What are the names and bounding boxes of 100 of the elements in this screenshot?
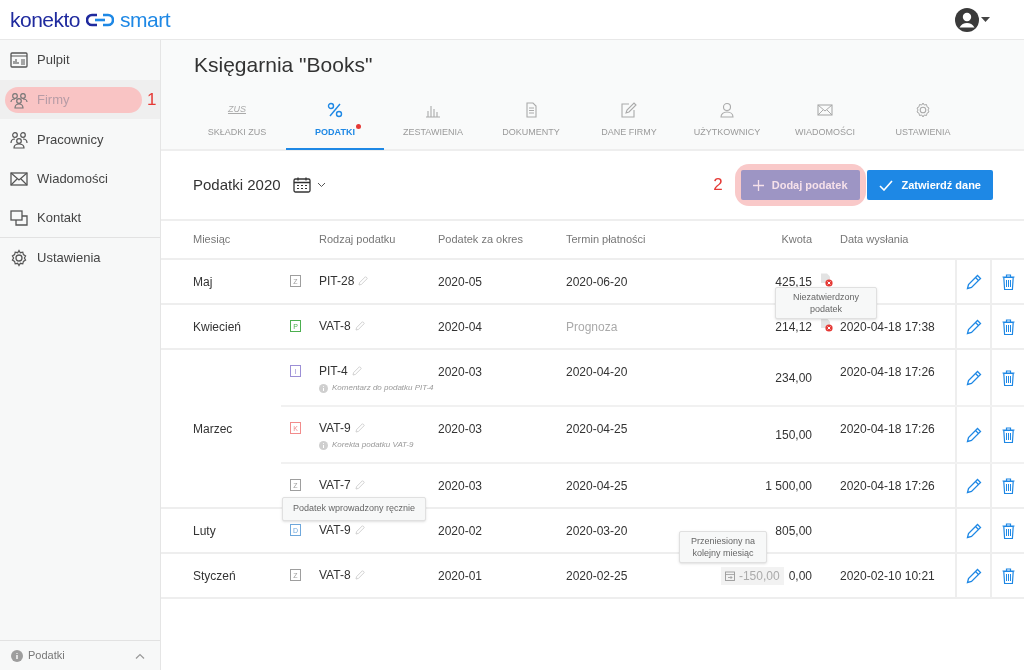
due-date-cell: Prognoza [566, 320, 618, 334]
delete-button[interactable] [1001, 477, 1015, 494]
sidebar-item[interactable]: Pulpit [5, 46, 70, 73]
sidebar-item[interactable]: Wiadomości [5, 165, 108, 192]
sidebar-item[interactable]: Pracownicy [5, 126, 104, 153]
confirm-button[interactable]: Zatwierdź dane [866, 170, 993, 200]
sidebar-item[interactable]: Firmy [5, 86, 142, 113]
tax-comment: Korekta podatku VAT-9 [332, 439, 414, 451]
trash-icon [1001, 567, 1015, 584]
pencil-icon [351, 366, 362, 376]
month-cell-text: Maj [193, 273, 213, 291]
pencil-icon [358, 276, 369, 286]
sent-date-cell: 2020-04-18 17:26 [840, 479, 935, 493]
sidebar-item-icon [10, 50, 28, 69]
delete-button[interactable] [1001, 273, 1015, 290]
tab[interactable]: UŻYTKOWNICY [678, 100, 776, 150]
plus-icon [752, 179, 764, 191]
column-header: Termin płatności [566, 233, 646, 246]
edit-button[interactable] [965, 318, 982, 335]
pencil-icon [354, 570, 365, 580]
edit-icon [621, 102, 637, 118]
tax-type-cell-text: PIT-4 [319, 363, 348, 380]
trash-icon [1001, 369, 1015, 386]
user-icon [719, 102, 735, 118]
amount-cell-text: 0,00 [788, 567, 812, 585]
period-cell: 2020-01 [438, 569, 483, 583]
tax-comment: Komentarz do podatku PIT-4 [332, 382, 434, 394]
account-menu[interactable] [955, 7, 990, 32]
tab[interactable]: DANE FIRMY [580, 100, 678, 150]
tax-type-cell-text: VAT-8 [319, 567, 351, 584]
calendar-icon [292, 177, 311, 193]
carried-amount: -150,00 [720, 566, 784, 585]
tab[interactable]: ZUS SKŁADKI ZUS [188, 100, 286, 150]
column-header: Podatek za okres [438, 233, 523, 246]
tooltip: Przeniesiony na kolejny miesiąc [678, 530, 767, 563]
chevron-down-icon [316, 182, 326, 188]
pencil-icon [965, 369, 982, 386]
sidebar-item-icon [10, 208, 28, 227]
edit-button[interactable] [965, 522, 982, 539]
edit-button[interactable] [965, 426, 982, 443]
logo-text: konekto [10, 6, 81, 33]
caret-icon [981, 17, 990, 22]
delete-button[interactable] [1001, 426, 1015, 443]
trash-icon [1001, 426, 1015, 443]
check-icon [878, 179, 893, 191]
trash-icon [1001, 318, 1015, 335]
envelope-icon [817, 102, 833, 118]
amount-cell-text: 214,12 [775, 318, 812, 336]
calendar-arrow-icon [724, 570, 735, 581]
info-icon [11, 649, 23, 662]
period-cell: 2020-03 [438, 422, 483, 436]
delete-button[interactable] [1001, 369, 1015, 386]
due-date-cell: 2020-02-25 [566, 569, 628, 583]
trash-icon [1001, 273, 1015, 290]
section-title: Podatki 2020 [193, 174, 281, 195]
sidebar-item-icon [10, 90, 28, 109]
column-header: Kwota [781, 233, 812, 246]
month-cell-text: Marzec [193, 420, 233, 438]
zus-icon: ZUS [228, 103, 246, 117]
pencil-icon [965, 477, 982, 494]
edit-button[interactable] [965, 567, 982, 584]
trash-icon [1001, 477, 1015, 494]
tab[interactable]: PODATKI [286, 100, 384, 150]
tab[interactable]: WIADOMOŚCI [776, 100, 874, 150]
period-cell: 2020-03 [438, 479, 483, 493]
sidebar-item[interactable]: Kontakt [5, 204, 82, 231]
tab[interactable]: ZESTAWIENIA [384, 100, 482, 150]
delete-button[interactable] [1001, 567, 1015, 584]
edit-button[interactable] [965, 477, 982, 494]
sent-date-cell: 2020-04-18 17:26 [840, 422, 935, 436]
edit-button[interactable] [965, 369, 982, 386]
pencil-icon [965, 318, 982, 335]
percent-icon [327, 102, 343, 118]
pencil-icon [354, 525, 365, 535]
pencil-icon [965, 522, 982, 539]
tab[interactable]: DOKUMENTY [482, 100, 580, 150]
period-cell: 2020-03 [438, 365, 483, 379]
column-header: Data wysłania [840, 233, 909, 246]
info-icon [319, 383, 328, 393]
month-cell-text: Styczeń [193, 567, 236, 585]
tooltip: Niezatwierdzony podatek [775, 287, 877, 319]
annotation-number: 2 [713, 174, 723, 197]
tab[interactable]: USTAWIENIA [874, 100, 972, 150]
period-cell: 2020-04 [438, 320, 483, 334]
year-picker[interactable] [292, 177, 326, 193]
sidebar-item[interactable]: Ustawienia [5, 244, 101, 271]
period-cell: 2020-05 [438, 275, 483, 289]
add-tax-button[interactable]: Dodaj podatek [740, 170, 860, 200]
edit-button[interactable] [965, 273, 982, 290]
footer-label: Podatki [28, 648, 65, 664]
pencil-icon [354, 321, 365, 331]
delete-button[interactable] [1001, 318, 1015, 335]
sidebar-item-icon [10, 248, 28, 267]
delete-button[interactable] [1001, 522, 1015, 539]
chevron-up-icon [135, 652, 145, 659]
month-cell-text: Luty [193, 522, 216, 540]
due-date-cell: 2020-03-20 [566, 524, 628, 538]
due-date-cell: 2020-06-20 [566, 275, 628, 289]
pencil-icon [965, 273, 982, 290]
info-icon [319, 440, 328, 450]
